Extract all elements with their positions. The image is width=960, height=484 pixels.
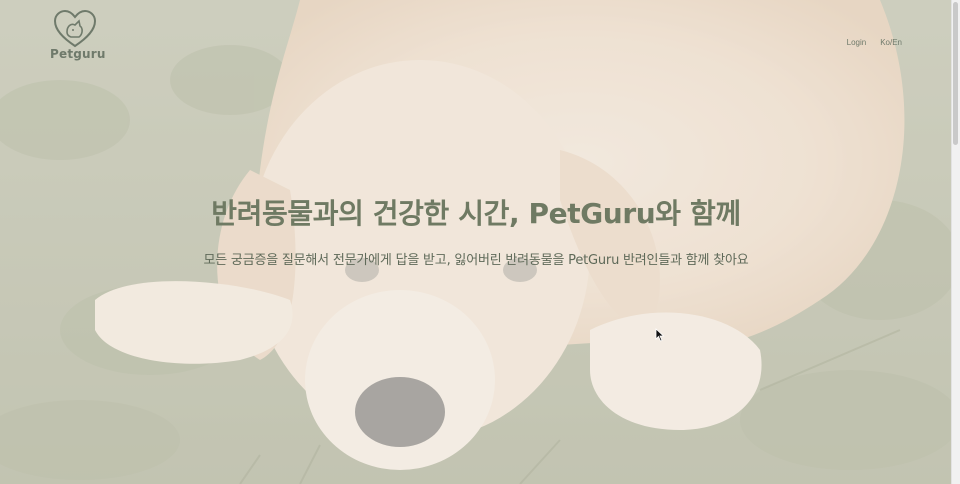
scrollbar-thumb[interactable] [953, 2, 958, 145]
header-nav: Login Ko/En [847, 38, 902, 47]
logo-text: Petguru [50, 47, 106, 61]
hero-title: 반려동물과의 건강한 시간, PetGuru와 함께 [211, 197, 741, 230]
site-header: Petguru Login Ko/En [0, 0, 952, 70]
landing-page: Petguru Login Ko/En 반려동물과의 건강한 시간, PetGu… [0, 0, 960, 484]
page-scrollbar[interactable] [951, 0, 960, 484]
language-toggle[interactable]: Ko/En [880, 38, 902, 47]
login-link[interactable]: Login [847, 38, 867, 47]
hero-overlay [0, 0, 952, 484]
mouse-cursor-icon [655, 328, 665, 342]
hero-subtitle: 모든 궁금증을 질문해서 전문가에게 답을 받고, 잃어버린 반려동물을 Pet… [203, 253, 749, 268]
heart-pet-logo-icon [50, 10, 100, 48]
site-logo[interactable]: Petguru [50, 10, 106, 64]
